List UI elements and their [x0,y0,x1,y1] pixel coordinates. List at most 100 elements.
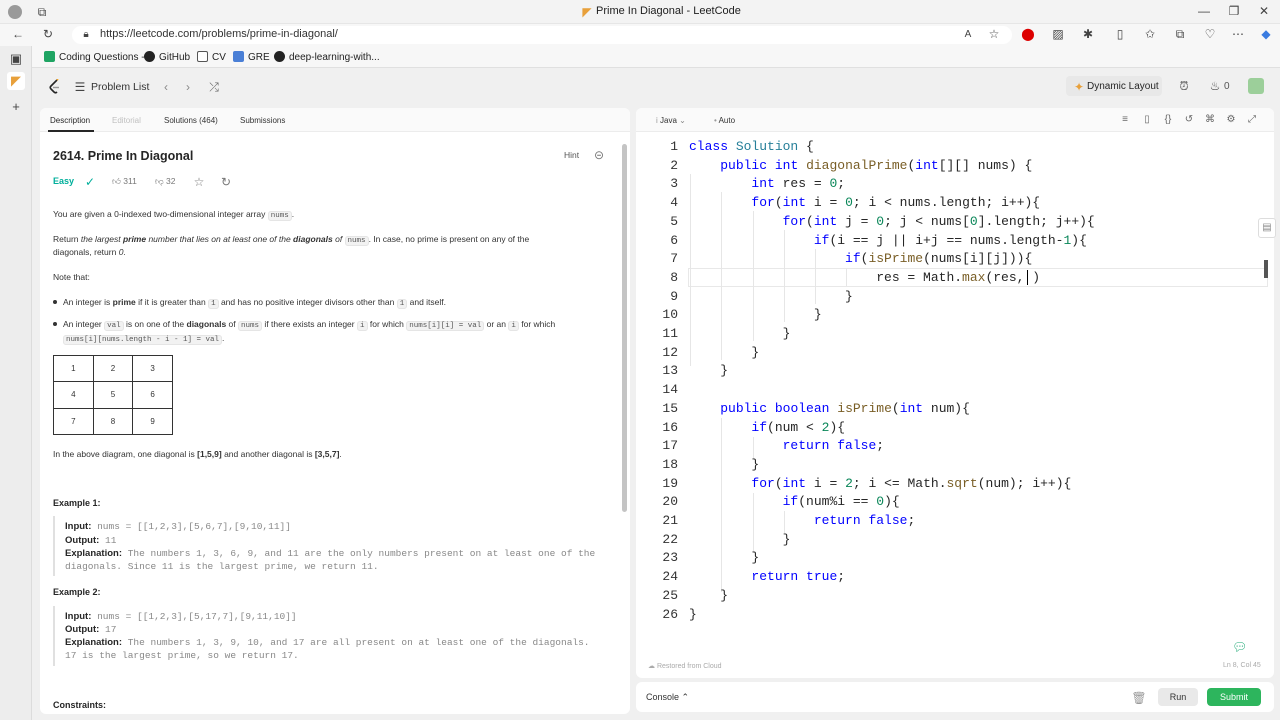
problem-list-link[interactable]: Problem List [91,81,149,93]
debug-icon[interactable]: ⌘ [1204,114,1216,125]
bookmark-gre[interactable]: GRE [233,51,270,63]
tab-title[interactable]: Prime In Diagonal - LeetCode [596,5,741,17]
workspaces-icon[interactable]: ⧉ [34,5,50,19]
new-tab-icon[interactable]: + [7,98,25,116]
code-line[interactable]: } [689,362,728,381]
line-number: 23 [662,550,678,566]
collections-icon[interactable]: ⧉ [1172,27,1188,41]
code-token: ; [876,438,885,454]
code-line[interactable]: res = Math.max(res, ) [689,269,1040,288]
url-text[interactable]: https://leetcode.com/problems/prime-in-d… [100,28,338,40]
fullscreen-icon[interactable]: ⤢ [1246,114,1258,125]
tab-actions-icon[interactable]: ▣ [7,50,25,68]
code-line[interactable]: for(int i = 2; i <= Math.sqrt(num); i++)… [689,475,1071,494]
auto-mode-toggle[interactable]: • Auto [714,116,735,125]
code-line[interactable]: if(isPrime(nums[i][j])){ [689,250,1032,269]
code-line[interactable]: } [689,288,853,307]
like-button[interactable]: 👍︎ 311 [112,176,137,187]
refresh-icon[interactable]: ↻ [40,27,56,41]
code-line[interactable]: } [689,531,791,550]
bookmark-coding-questions[interactable]: Coding Questions -... [44,51,153,63]
chat-support-icon[interactable]: 💬︎ [1232,640,1247,654]
back-icon[interactable]: ← [10,27,26,41]
bookmark-deep-learning[interactable]: deep-learning-with... [274,51,380,63]
read-aloud-icon[interactable]: A [960,28,976,42]
bookmark-icon[interactable]: ▯ [1141,114,1153,125]
star-favorite-icon[interactable]: ☆ [191,175,207,189]
run-button[interactable]: Run [1158,688,1198,706]
code-token: ( [806,213,814,229]
code-line[interactable]: } [689,549,759,568]
editor-scrollbar-marker[interactable] [1264,260,1268,278]
tab-submissions[interactable]: Submissions [240,116,285,125]
problem-list-icon[interactable]: ☰ [72,80,88,94]
browser-essentials-icon[interactable]: ♡ [1202,27,1218,41]
code-line[interactable]: if(num < 2){ [689,419,845,438]
code-line[interactable]: for(int j = 0; j < nums[0].length; j++){ [689,213,1095,232]
code-line[interactable]: public int diagonalPrime(int[][] nums) { [689,157,1032,176]
code-line[interactable]: } [689,587,728,606]
favorites-icon[interactable]: ✩ [1142,27,1158,41]
restore-icon[interactable]: ❐ [1226,4,1242,18]
code-line[interactable]: class Solution { [689,138,814,157]
streak-fire-icon[interactable]: ♨ [1207,79,1223,93]
leetcode-tab-icon[interactable]: ◤ [7,72,25,90]
code-line[interactable]: return true; [689,568,845,587]
notes-icon[interactable]: ≡ [1119,114,1131,125]
tab-solutions[interactable]: Solutions (464) [164,116,218,125]
reset-code-icon[interactable]: ↺ [1183,114,1195,125]
side-notes-icon[interactable]: ▤ [1258,218,1276,238]
close-window-icon[interactable]: ✕ [1256,4,1272,18]
code-line[interactable]: } [689,606,697,625]
code-line[interactable]: if(i == j || i+j == nums.length-1){ [689,232,1087,251]
trash-icon[interactable]: 🗑︎ [1131,691,1147,705]
opera-extension-icon[interactable]: ⬤ [1020,27,1036,41]
hint-button[interactable]: Hint [564,150,579,160]
code-token: [][] nums) { [938,157,1033,173]
alarm-clock-icon[interactable]: ⏰︎ [1176,79,1192,93]
code-line[interactable]: } [689,325,791,344]
braces-format-icon[interactable]: {} [1162,114,1174,125]
bookmark-github[interactable]: GitHub [144,51,190,63]
code-line[interactable]: return false; [689,437,884,456]
code-token: false [837,438,877,454]
console-toggle[interactable]: Console ⌃ [646,692,689,703]
tab-description[interactable]: Description [50,116,90,125]
bookmark-cv[interactable]: CV [197,51,226,63]
copilot-icon[interactable]: ◆ [1258,27,1274,41]
extension-icon[interactable]: ▨ [1050,27,1066,41]
code-line[interactable]: } [689,306,822,325]
user-avatar[interactable] [1248,78,1264,94]
minimize-icon[interactable]: — [1196,4,1212,18]
description-scrollbar[interactable] [622,144,627,512]
favorite-star-icon[interactable]: ☆ [986,27,1002,41]
code-line[interactable]: public boolean isPrime(int num){ [689,400,970,419]
lock-icon[interactable]: 🔒︎ [78,28,94,42]
profile-avatar-icon[interactable] [8,5,22,19]
language-selector[interactable]: i Java ⌄ [656,116,686,125]
submit-button[interactable]: Submit [1207,688,1261,706]
share-icon[interactable]: ↻ [218,175,234,189]
more-options-icon[interactable]: ⋯ [1230,27,1246,41]
split-screen-icon[interactable]: ▯ [1112,27,1128,41]
puzzle-extensions-icon[interactable]: ✱ [1080,27,1096,41]
next-problem-icon[interactable]: › [180,80,196,94]
code-line[interactable]: return false; [689,512,915,531]
code-line[interactable]: for(int i = 0; i < nums.length; i++){ [689,194,1040,213]
code-line[interactable]: int res = 0; [689,175,845,194]
code-line[interactable]: } [689,456,759,475]
code-token: 2 [845,475,853,491]
code-line[interactable]: if(num%i == 0){ [689,493,900,512]
code-token: 0 [876,494,885,510]
leetcode-logo-icon[interactable] [48,79,62,95]
prev-problem-icon[interactable]: ‹ [158,80,174,94]
shuffle-icon[interactable]: ⤮ [206,80,222,94]
example-2-explanation-line2: 17 is the largest prime, so we return 17… [65,650,299,661]
more-circle-icon[interactable]: ⊝ [591,148,607,162]
code-line[interactable]: } [689,344,759,363]
settings-gear-icon[interactable]: ⚙ [1225,114,1237,125]
problem-title[interactable]: 2614. Prime In Diagonal [53,149,193,163]
dislike-button[interactable]: 👎︎ 32 [155,176,175,187]
tab-editorial[interactable]: Editorial [112,116,141,125]
